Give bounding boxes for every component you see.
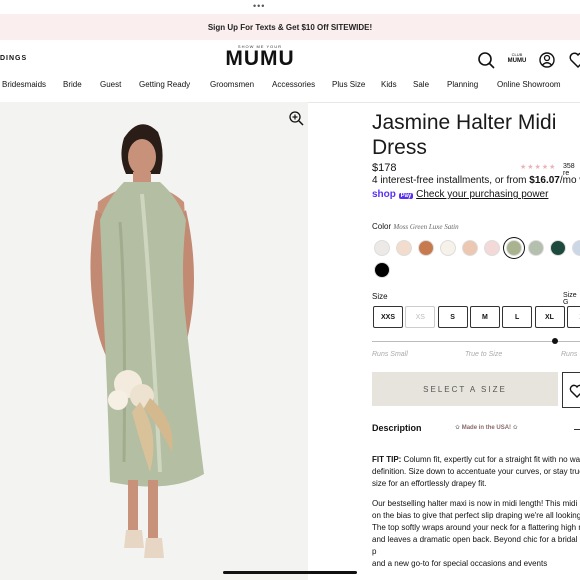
- description-line: and a new go-to for special occasions an…: [372, 559, 548, 568]
- wishlist-button[interactable]: [562, 372, 580, 408]
- color-swatch[interactable]: [506, 240, 522, 256]
- collapse-minus-icon[interactable]: [574, 429, 580, 430]
- product-title-line2: Dress: [372, 136, 427, 159]
- heart-icon[interactable]: [568, 50, 580, 70]
- color-swatch[interactable]: [396, 240, 412, 256]
- installments-amount: $16.07: [529, 175, 560, 186]
- fit-indicator: [552, 338, 559, 344]
- site-header: DINGS SHOW ME YOUR MUMU CLUB MUMU: [0, 40, 580, 80]
- multitask-dots[interactable]: •••: [253, 1, 265, 11]
- size-label: Size: [372, 292, 388, 301]
- logo-wordmark: MUMU: [225, 47, 295, 70]
- fit-tip-line: definition. Size down to accentuate your…: [372, 467, 580, 476]
- account-icon[interactable]: [537, 50, 557, 70]
- nav-getting-ready[interactable]: Getting Ready: [139, 80, 190, 89]
- size-option[interactable]: S: [437, 306, 468, 328]
- description-label[interactable]: Description: [372, 423, 422, 433]
- size-option[interactable]: L: [502, 306, 533, 328]
- nav-sale[interactable]: Sale: [413, 80, 429, 89]
- installments-post: /mo with: [559, 175, 580, 186]
- color-swatch[interactable]: [418, 240, 434, 256]
- home-indicator[interactable]: [223, 571, 357, 574]
- fit-tip-line: FIT TIP: Column fit, expertly cut for a …: [372, 455, 580, 464]
- color-label: Color: [372, 222, 392, 231]
- color-swatch[interactable]: [528, 240, 544, 256]
- color-swatch[interactable]: [440, 240, 456, 256]
- fit-runs-large: Runs: [561, 351, 578, 358]
- club-mumu-label: MUMU: [507, 58, 527, 64]
- promo-banner[interactable]: Sign Up For Texts & Get $10 Off SITEWIDE…: [0, 14, 580, 40]
- nav-accessories[interactable]: Accessories: [272, 80, 315, 89]
- color-label-row: Color Moss Green Luxe Satin: [372, 222, 459, 231]
- description-line: on the bias to give that perfect slip dr…: [372, 511, 580, 520]
- made-in-usa-badge: ✩ Made in the USA! ✩: [455, 424, 518, 431]
- star-icon: ✩: [512, 425, 518, 431]
- color-swatch[interactable]: [462, 240, 478, 256]
- description-paragraph: Our bestselling halter maxi is now in mi…: [372, 498, 580, 570]
- color-swatch[interactable]: [484, 240, 500, 256]
- check-purchasing-power-link[interactable]: Check your purchasing power: [416, 189, 548, 200]
- brand-logo[interactable]: SHOW ME YOUR MUMU: [220, 44, 300, 69]
- product-image[interactable]: [0, 102, 308, 580]
- fit-true-to-size: True to Size: [465, 351, 503, 358]
- size-option[interactable]: XL: [534, 306, 565, 328]
- nav-kids[interactable]: Kids: [381, 80, 397, 89]
- fit-tip-paragraph: FIT TIP: Column fit, expertly cut for a …: [372, 454, 580, 490]
- nav-groomsmen[interactable]: Groomsmen: [210, 80, 254, 89]
- size-option[interactable]: M: [469, 306, 500, 328]
- nav-weddings-partial[interactable]: DINGS: [0, 55, 27, 62]
- selected-color-name: Moss Green Luxe Satin: [393, 223, 459, 231]
- nav-planning[interactable]: Planning: [447, 80, 478, 89]
- size-option[interactable]: XS: [405, 306, 436, 328]
- size-guide-link[interactable]: Size G: [563, 292, 580, 306]
- star-icon: ✩: [455, 425, 461, 431]
- nav-guest[interactable]: Guest: [100, 80, 121, 89]
- color-swatch[interactable]: [550, 240, 566, 256]
- select-size-label: SELECT A SIZE: [423, 384, 507, 394]
- shop-pay-badge: Pay: [398, 193, 414, 199]
- status-bar: •••: [0, 0, 580, 14]
- color-swatch[interactable]: [374, 240, 390, 256]
- model-photo: [0, 102, 308, 580]
- product-title-line1: Jasmine Halter Midi: [372, 111, 557, 134]
- color-swatch[interactable]: [572, 240, 580, 256]
- nav-bride[interactable]: Bride: [63, 80, 82, 89]
- select-size-button[interactable]: SELECT A SIZE: [372, 372, 558, 406]
- shop-pay-logo: shop: [372, 189, 396, 200]
- made-in-usa-text: Made in the USA!: [461, 425, 512, 431]
- zoom-icon[interactable]: [288, 110, 304, 126]
- fit-scale: [372, 341, 580, 342]
- installments-pre: 4 interest-free installments, or from: [372, 175, 530, 186]
- club-mumu-link[interactable]: CLUB MUMU: [505, 52, 529, 64]
- promo-text[interactable]: Sign Up For Texts & Get $10 Off SITEWIDE…: [208, 23, 372, 32]
- nav-plus-size[interactable]: Plus Size: [332, 80, 365, 89]
- description-line: Our bestselling halter maxi is now in mi…: [372, 499, 580, 508]
- fit-runs-small: Runs Small: [372, 351, 408, 358]
- nav-bridesmaids[interactable]: Bridesmaids: [2, 80, 46, 89]
- rating-stars[interactable]: ★★★★★: [520, 163, 556, 171]
- color-swatch[interactable]: [374, 262, 390, 278]
- fit-tip-label: FIT TIP:: [372, 455, 402, 464]
- search-icon[interactable]: [476, 50, 496, 70]
- fit-tip-line: size for an effortlessly drapey fit.: [372, 479, 487, 488]
- nav-online-showroom[interactable]: Online Showroom: [497, 80, 561, 89]
- shop-pay-row: shop Pay Check your purchasing power: [372, 189, 548, 200]
- product-price: $178: [372, 162, 397, 174]
- product-title: Jasmine Halter Midi Dress: [372, 110, 556, 160]
- installments-text: 4 interest-free installments, or from $1…: [372, 175, 580, 186]
- size-option[interactable]: X: [566, 306, 580, 328]
- heart-icon: [569, 384, 580, 398]
- description-line: The top softly wraps around your neck fo…: [372, 523, 580, 532]
- main-nav: Bridesmaids Bride Guest Getting Ready Gr…: [0, 80, 580, 103]
- size-option[interactable]: XXS: [373, 306, 403, 328]
- description-line: and leaves a dramatic open back. Beyond …: [372, 535, 578, 556]
